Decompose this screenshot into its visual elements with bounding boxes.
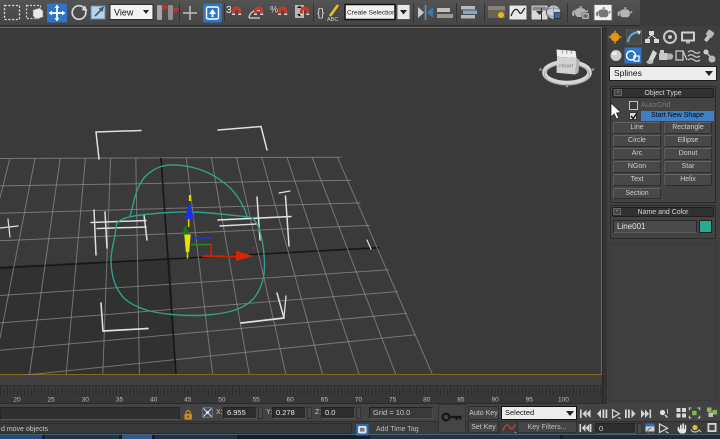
svg-text:55: 55 [252, 397, 260, 404]
svg-text:70: 70 [355, 397, 363, 404]
svg-text:85: 85 [457, 397, 465, 404]
svg-text:35: 35 [116, 397, 124, 404]
svg-text:100: 100 [558, 397, 569, 404]
svg-text:65: 65 [321, 397, 329, 404]
svg-text:75: 75 [389, 397, 397, 404]
svg-text:95: 95 [526, 397, 534, 404]
svg-text:20: 20 [13, 397, 21, 404]
svg-text:50: 50 [218, 397, 226, 404]
svg-text:60: 60 [287, 397, 295, 404]
svg-text:40: 40 [150, 397, 158, 404]
svg-text:90: 90 [491, 397, 499, 404]
svg-text:45: 45 [184, 397, 192, 404]
svg-text:30: 30 [82, 397, 90, 404]
svg-text:80: 80 [423, 397, 431, 404]
svg-text:25: 25 [47, 397, 55, 404]
